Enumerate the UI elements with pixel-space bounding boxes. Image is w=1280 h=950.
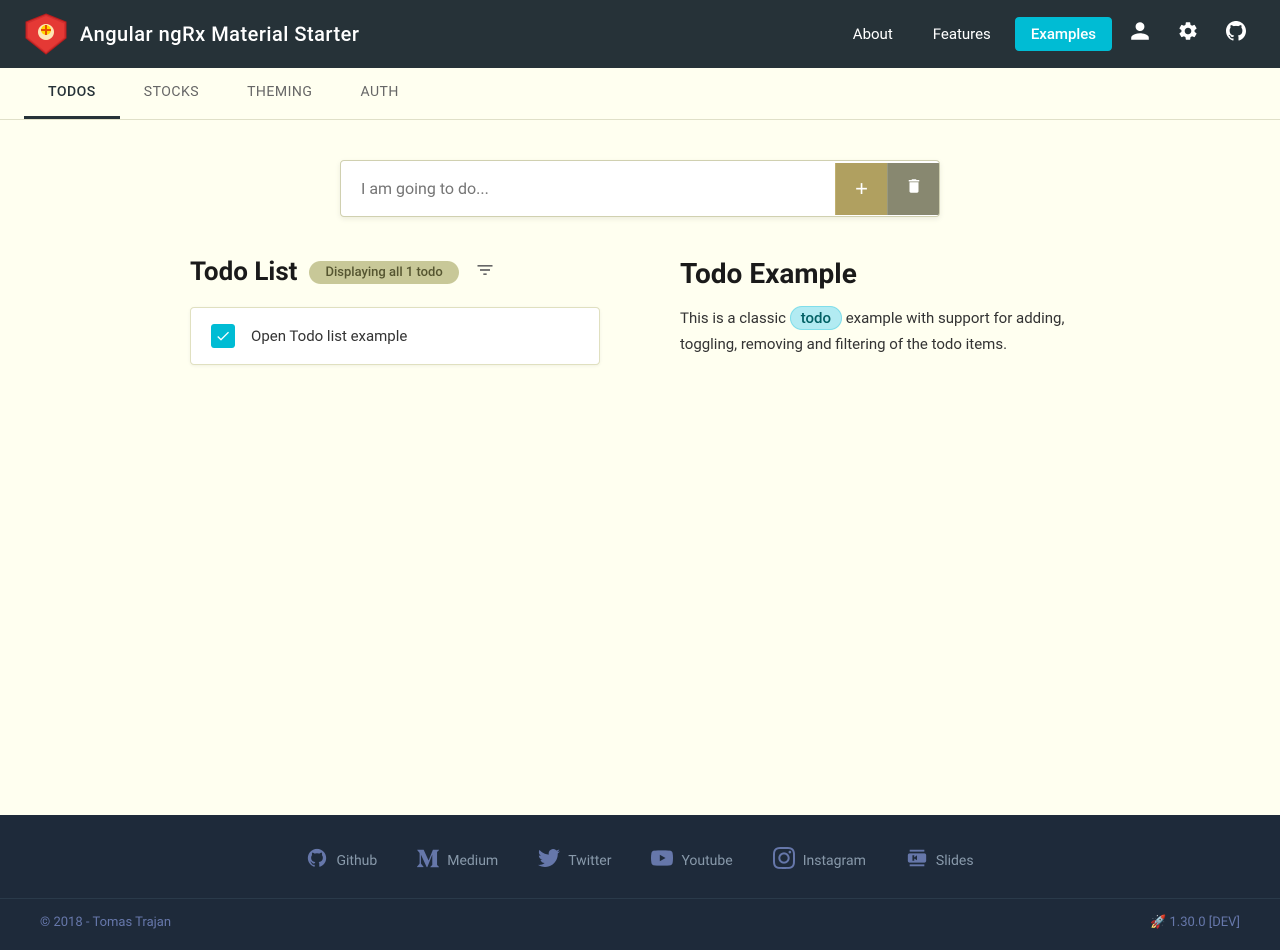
footer-link-github-label: Github bbox=[336, 853, 377, 869]
todo-input-area: + bbox=[340, 160, 940, 217]
tabs-bar: Todos Stocks Theming Auth bbox=[0, 68, 1280, 120]
add-todo-button[interactable]: + bbox=[835, 163, 887, 215]
footer-link-twitter-label: Twitter bbox=[568, 853, 611, 869]
footer-link-medium[interactable]: Medium bbox=[417, 847, 498, 874]
app-logo bbox=[24, 12, 68, 56]
todo-item: Open Todo list example bbox=[190, 307, 600, 365]
footer-link-twitter[interactable]: Twitter bbox=[538, 847, 611, 874]
header: Angular ngRx Material Starter About Feat… bbox=[0, 0, 1280, 68]
nav-features[interactable]: Features bbox=[917, 17, 1007, 51]
todo-list-title: Todo List bbox=[190, 257, 297, 287]
main-content: + Todo List Displaying all 1 todo bbox=[0, 120, 1280, 815]
header-icons bbox=[1120, 14, 1256, 54]
tab-todos[interactable]: Todos bbox=[24, 68, 120, 119]
twitter-footer-icon bbox=[538, 847, 560, 874]
todo-checkbox[interactable] bbox=[211, 324, 235, 348]
clear-todo-button[interactable] bbox=[887, 163, 939, 215]
nav-examples[interactable]: Examples bbox=[1015, 17, 1112, 51]
footer-link-instagram-label: Instagram bbox=[803, 853, 866, 869]
todo-keyword-highlight: todo bbox=[790, 306, 842, 330]
footer: Github Medium Twitter bbox=[0, 815, 1280, 950]
plus-icon: + bbox=[855, 176, 868, 202]
instagram-footer-icon bbox=[773, 847, 795, 874]
footer-link-github[interactable]: Github bbox=[306, 847, 377, 874]
tab-auth[interactable]: Auth bbox=[336, 68, 422, 119]
footer-link-slides-label: Slides bbox=[936, 853, 974, 869]
filter-icon[interactable] bbox=[475, 260, 495, 285]
footer-links: Github Medium Twitter bbox=[0, 847, 1280, 874]
displaying-badge: Displaying all 1 todo bbox=[309, 261, 458, 284]
footer-link-slides[interactable]: Slides bbox=[906, 847, 974, 874]
logo-area: Angular ngRx Material Starter bbox=[24, 12, 837, 56]
footer-version: 🚀 1.30.0 [DEV] bbox=[1150, 915, 1240, 930]
footer-bottom: © 2018 - Tomas Trajan 🚀 1.30.0 [DEV] bbox=[0, 898, 1280, 930]
content-columns: Todo List Displaying all 1 todo Open Tod… bbox=[190, 257, 1090, 365]
footer-link-youtube-label: Youtube bbox=[681, 853, 732, 869]
github-footer-icon bbox=[306, 847, 328, 874]
tab-theming[interactable]: Theming bbox=[223, 68, 336, 119]
medium-footer-icon bbox=[417, 847, 439, 874]
app-title: Angular ngRx Material Starter bbox=[80, 22, 359, 46]
main-nav: About Features Examples bbox=[837, 17, 1112, 51]
person-icon-button[interactable] bbox=[1120, 14, 1160, 54]
nav-about[interactable]: About bbox=[837, 17, 909, 51]
github-icon-button[interactable] bbox=[1216, 14, 1256, 54]
todo-list-column: Todo List Displaying all 1 todo Open Tod… bbox=[190, 257, 600, 365]
youtube-footer-icon bbox=[651, 847, 673, 874]
todo-input[interactable] bbox=[341, 161, 835, 216]
trash-icon bbox=[905, 177, 923, 200]
settings-icon-button[interactable] bbox=[1168, 14, 1208, 54]
footer-copyright: © 2018 - Tomas Trajan bbox=[40, 915, 171, 930]
person-icon bbox=[1129, 20, 1151, 48]
todo-item-text: Open Todo list example bbox=[251, 327, 407, 345]
tab-stocks[interactable]: Stocks bbox=[120, 68, 223, 119]
settings-icon bbox=[1177, 20, 1199, 48]
footer-link-instagram[interactable]: Instagram bbox=[773, 847, 866, 874]
todo-example-description: This is a classic todo example with supp… bbox=[680, 306, 1090, 357]
footer-link-youtube[interactable]: Youtube bbox=[651, 847, 732, 874]
todo-example-column: Todo Example This is a classic todo exam… bbox=[680, 257, 1090, 365]
footer-link-medium-label: Medium bbox=[447, 853, 498, 869]
desc-text-1: This is a classic bbox=[680, 309, 790, 327]
slides-footer-icon bbox=[906, 847, 928, 874]
todo-example-title: Todo Example bbox=[680, 257, 1090, 290]
todo-list-header: Todo List Displaying all 1 todo bbox=[190, 257, 600, 287]
github-header-icon bbox=[1224, 19, 1248, 49]
